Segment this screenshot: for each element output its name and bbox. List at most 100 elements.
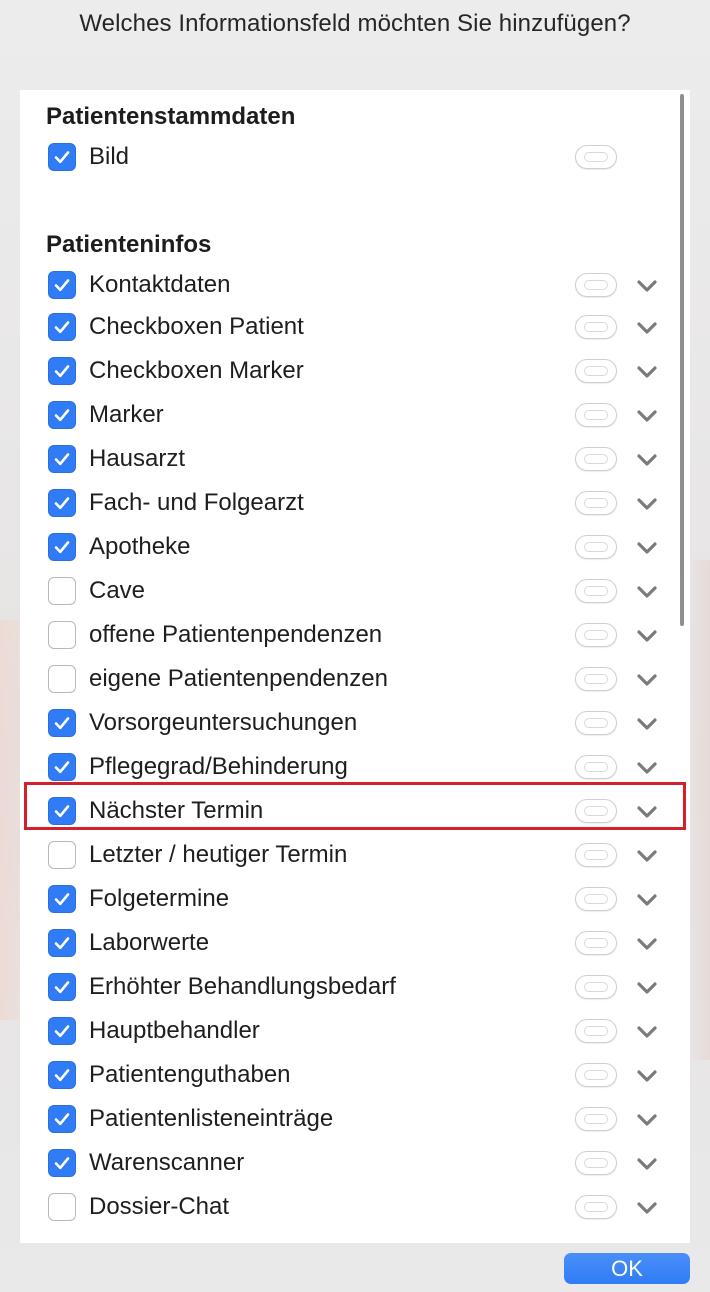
background-tint-right: [688, 560, 710, 1060]
toggle-switch[interactable]: [575, 711, 617, 735]
toggle-switch[interactable]: [575, 931, 617, 955]
toggle-switch[interactable]: [575, 315, 617, 339]
checkbox[interactable]: [48, 401, 76, 429]
toggle-switch[interactable]: [575, 403, 617, 427]
checkbox[interactable]: [48, 533, 76, 561]
chevron-down-icon[interactable]: [635, 1066, 659, 1086]
chevron-down-icon[interactable]: [635, 714, 659, 734]
field-row-dossier-chat[interactable]: Dossier-Chat: [20, 1186, 690, 1230]
chevron-down-icon[interactable]: [635, 626, 659, 646]
chevron-down-icon[interactable]: [635, 582, 659, 602]
field-label: Dossier-Chat: [89, 1193, 230, 1220]
chevron-down-icon[interactable]: [635, 934, 659, 954]
field-row-letzter-heutiger-termin[interactable]: Letzter / heutiger Termin: [20, 834, 690, 878]
field-row-patientenguthaben[interactable]: Patientenguthaben: [20, 1054, 690, 1098]
toggle-switch[interactable]: [575, 1151, 617, 1175]
toggle-switch[interactable]: [575, 579, 617, 603]
field-row-warenscanner[interactable]: Warenscanner: [20, 1142, 690, 1186]
toggle-switch[interactable]: [575, 1195, 617, 1219]
checkmark-icon: [54, 321, 70, 334]
field-row-hauptbehandler[interactable]: Hauptbehandler: [20, 1010, 690, 1054]
chevron-down-icon[interactable]: [635, 406, 659, 426]
chevron-down-icon[interactable]: [635, 1022, 659, 1042]
checkbox[interactable]: [48, 577, 76, 605]
checkbox[interactable]: [48, 1149, 76, 1177]
chevron-down-icon[interactable]: [635, 670, 659, 690]
chevron-down-icon[interactable]: [635, 758, 659, 778]
field-row-folgetermine[interactable]: Folgetermine: [20, 878, 690, 922]
checkbox[interactable]: [48, 753, 76, 781]
field-row-apotheke[interactable]: Apotheke: [20, 526, 690, 570]
checkbox[interactable]: [48, 929, 76, 957]
field-row-naechster-termin[interactable]: Nächster Termin: [20, 790, 690, 834]
field-row-marker[interactable]: Marker: [20, 394, 690, 438]
checkbox[interactable]: [48, 271, 76, 299]
field-row-laborwerte[interactable]: Laborwerte: [20, 922, 690, 966]
field-row-patientenlisteneintraege[interactable]: Patientenlisteneinträge: [20, 1098, 690, 1142]
toggle-switch[interactable]: [575, 667, 617, 691]
field-row-eigene-patientenpendenzen[interactable]: eigene Patientenpendenzen: [20, 658, 690, 702]
ok-button[interactable]: OK: [564, 1253, 690, 1284]
chevron-down-icon[interactable]: [635, 362, 659, 382]
chevron-down-icon[interactable]: [635, 1110, 659, 1130]
chevron-down-icon[interactable]: [635, 538, 659, 558]
checkbox[interactable]: [48, 841, 76, 869]
checkmark-icon: [54, 409, 70, 422]
chevron-down-icon[interactable]: [635, 978, 659, 998]
field-row-pflegegrad-behinderung[interactable]: Pflegegrad/Behinderung: [20, 746, 690, 790]
chevron-down-icon[interactable]: [635, 450, 659, 470]
checkbox[interactable]: [48, 709, 76, 737]
checkbox[interactable]: [48, 665, 76, 693]
field-row-checkboxen-marker[interactable]: Checkboxen Marker: [20, 350, 690, 394]
field-row-erhoehter-behandlungsbedarf[interactable]: Erhöhter Behandlungsbedarf: [20, 966, 690, 1010]
chevron-down-icon[interactable]: [635, 276, 659, 296]
checkbox[interactable]: [48, 445, 76, 473]
chevron-down-icon[interactable]: [635, 802, 659, 822]
toggle-switch[interactable]: [575, 1107, 617, 1131]
toggle-switch[interactable]: [575, 887, 617, 911]
chevron-down-icon[interactable]: [635, 318, 659, 338]
toggle-switch[interactable]: [575, 799, 617, 823]
toggle-switch[interactable]: [575, 1063, 617, 1087]
checkbox[interactable]: [48, 1017, 76, 1045]
toggle-switch[interactable]: [575, 755, 617, 779]
field-row-hausarzt[interactable]: Hausarzt: [20, 438, 690, 482]
field-row-vorsorgeuntersuchungen[interactable]: Vorsorgeuntersuchungen: [20, 702, 690, 746]
toggle-switch[interactable]: [575, 273, 617, 297]
checkbox[interactable]: [48, 357, 76, 385]
toggle-switch[interactable]: [575, 843, 617, 867]
toggle-switch[interactable]: [575, 1019, 617, 1043]
toggle-switch[interactable]: [575, 491, 617, 515]
field-list-panel[interactable]: Patientenstammdaten Bild Patienteninfos Kon…: [20, 90, 690, 1243]
toggle-switch[interactable]: [575, 535, 617, 559]
field-row-bild[interactable]: Bild: [20, 136, 690, 180]
checkmark-icon: [54, 497, 70, 510]
toggle-switch[interactable]: [575, 975, 617, 999]
chevron-down-icon[interactable]: [635, 890, 659, 910]
field-row-checkboxen-patient[interactable]: Checkboxen Patient: [20, 306, 690, 350]
field-row-cave[interactable]: Cave: [20, 570, 690, 614]
checkmark-icon: [54, 1069, 70, 1082]
checkbox[interactable]: [48, 797, 76, 825]
checkbox[interactable]: [48, 973, 76, 1001]
chevron-down-icon[interactable]: [635, 1198, 659, 1218]
field-row-fach-und-folgearzt[interactable]: Fach- und Folgearzt: [20, 482, 690, 526]
checkbox[interactable]: [48, 1061, 76, 1089]
dialog-question: Welches Informationsfeld möchten Sie hin…: [79, 10, 631, 37]
toggle-switch[interactable]: [575, 359, 617, 383]
toggle-switch[interactable]: [575, 145, 617, 169]
field-row-offene-patientenpendenzen[interactable]: offene Patientenpendenzen: [20, 614, 690, 658]
chevron-down-icon[interactable]: [635, 846, 659, 866]
checkbox[interactable]: [48, 143, 76, 171]
checkbox[interactable]: [48, 885, 76, 913]
toggle-switch[interactable]: [575, 623, 617, 647]
checkbox[interactable]: [48, 313, 76, 341]
checkbox[interactable]: [48, 489, 76, 517]
chevron-down-icon[interactable]: [635, 494, 659, 514]
checkbox[interactable]: [48, 1105, 76, 1133]
checkbox[interactable]: [48, 621, 76, 649]
checkbox[interactable]: [48, 1193, 76, 1221]
field-row-kontaktdaten[interactable]: Kontaktdaten: [20, 264, 690, 308]
toggle-switch[interactable]: [575, 447, 617, 471]
chevron-down-icon[interactable]: [635, 1154, 659, 1174]
